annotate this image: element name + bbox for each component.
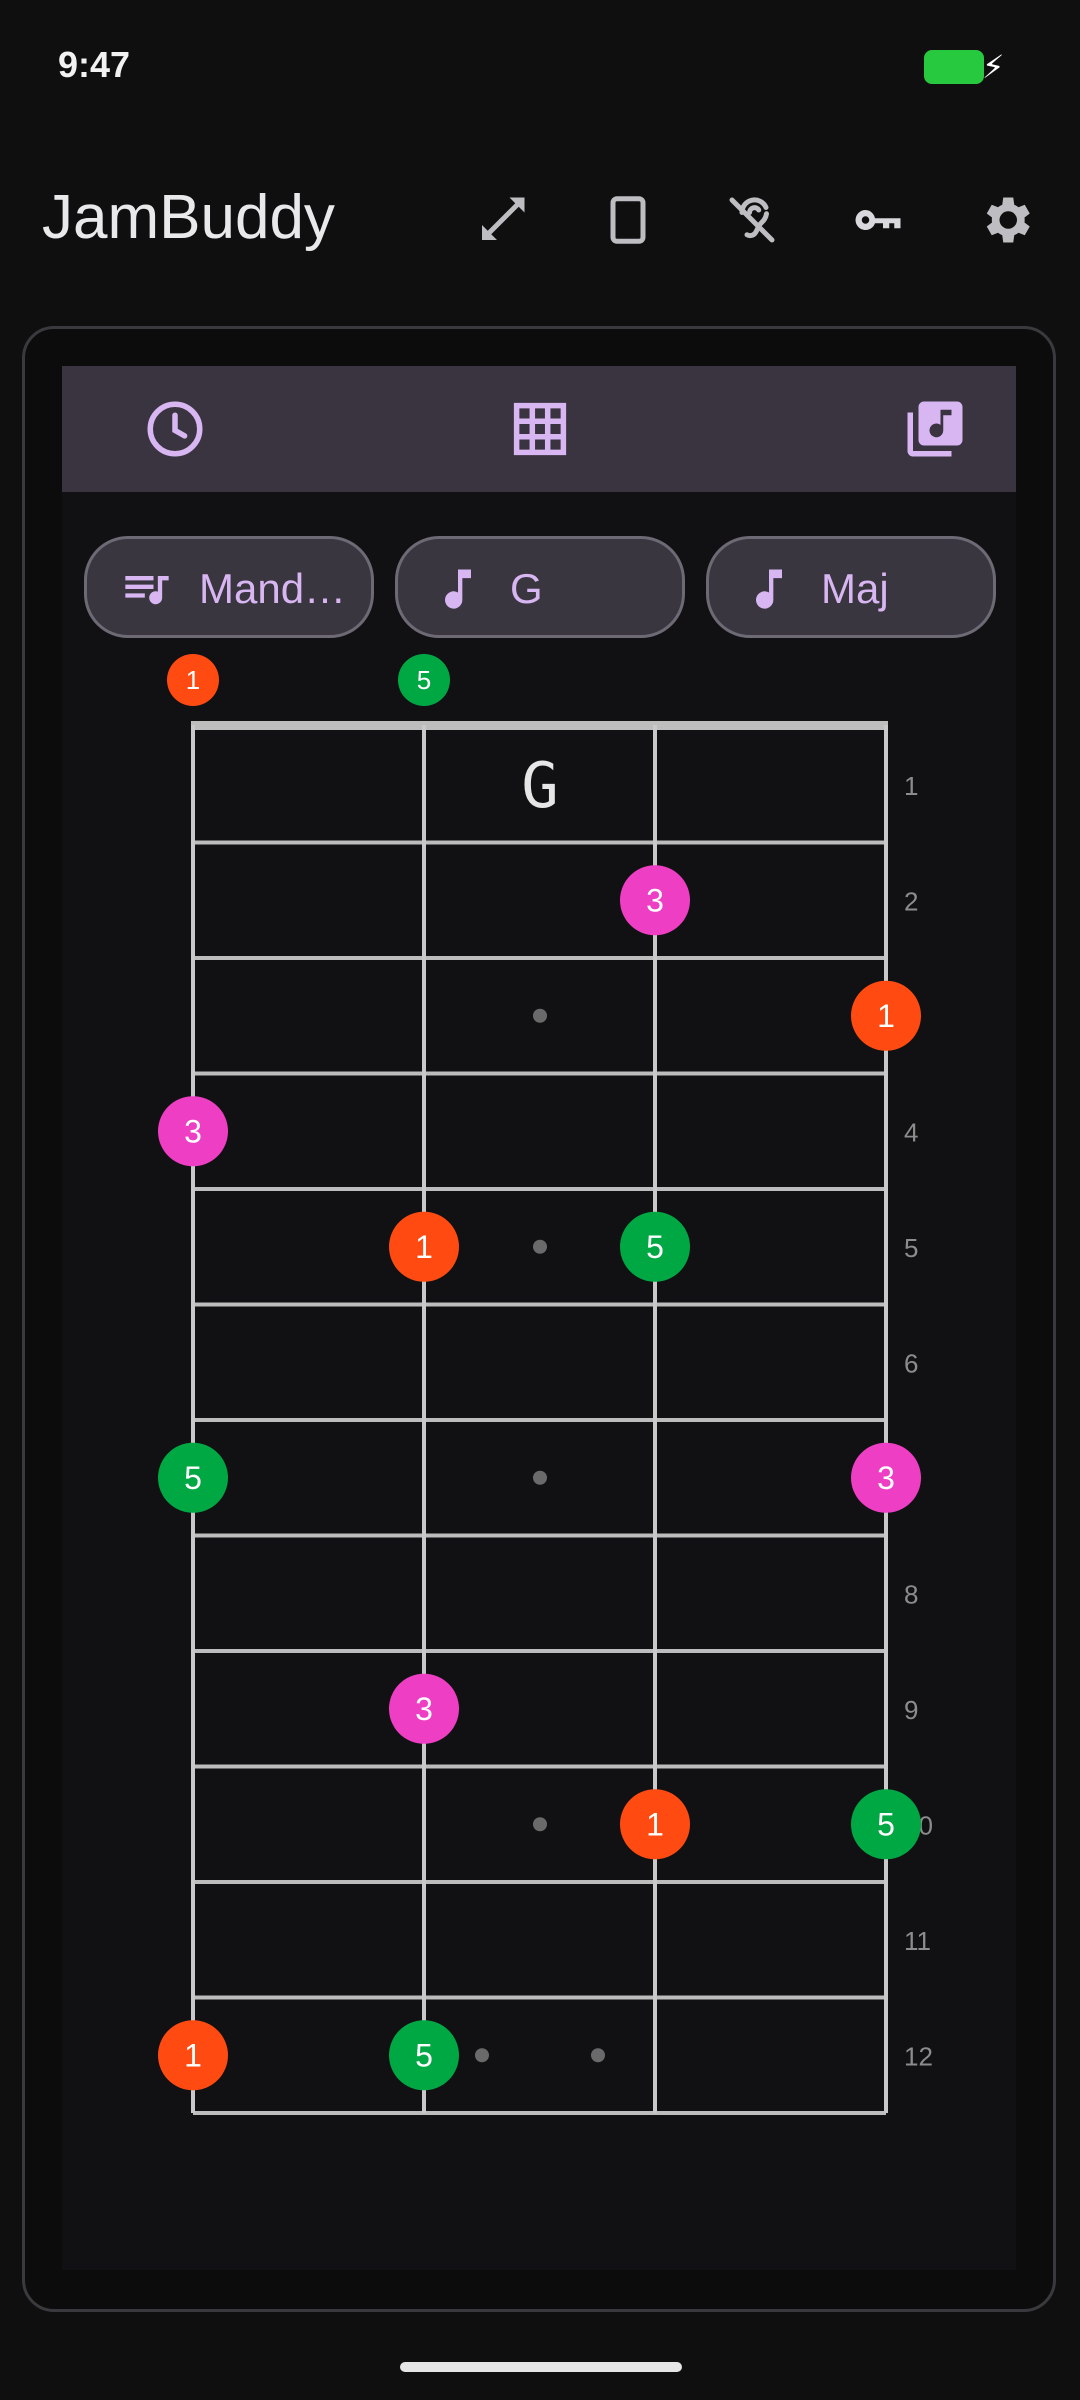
fret-number: 1 [904, 771, 918, 801]
screen-rotation-icon[interactable] [598, 190, 658, 250]
inlay-dot [533, 1008, 547, 1023]
app-bar: JamBuddy [0, 160, 1080, 280]
note-label: 1 [877, 998, 895, 1034]
app-title: JamBuddy [42, 183, 335, 252]
fret-number: 5 [904, 1233, 918, 1263]
note-label: 1 [646, 1806, 664, 1842]
inlay-dot [533, 1470, 547, 1485]
nut [191, 721, 888, 730]
fretboard-panel [62, 366, 1016, 2270]
key-label: G [510, 565, 543, 612]
quality-select[interactable]: Maj [706, 536, 996, 638]
tab-library[interactable] [902, 396, 968, 462]
status-bar: 9:47 ⚡ [0, 0, 1080, 130]
instrument-select[interactable]: Mand… [84, 536, 374, 638]
note-label: 1 [184, 2037, 202, 2073]
tab-fretboard[interactable] [507, 396, 573, 462]
music-note-icon [432, 563, 484, 615]
settings-gear-icon[interactable] [976, 190, 1036, 250]
fret-number: 4 [904, 1117, 918, 1147]
instrument-label: Mand… [199, 565, 347, 612]
chord-name-label: G [521, 749, 558, 822]
grid-icon [513, 402, 567, 456]
fret-number: 8 [904, 1579, 918, 1609]
clock-icon [147, 401, 203, 457]
note-label: 5 [877, 1806, 895, 1842]
fret-number: 9 [904, 1695, 918, 1725]
tab-history[interactable] [142, 396, 208, 462]
inlay-dot [475, 2048, 489, 2063]
note-label: 5 [184, 1460, 202, 1496]
open-string-label: 5 [417, 665, 431, 695]
fret-number: 11 [904, 1926, 931, 1956]
home-indicator [400, 2362, 682, 2372]
fullscreen-icon[interactable] [472, 190, 532, 250]
battery-charging-icon: ⚡ [924, 49, 1004, 85]
note-label: 3 [184, 1113, 202, 1149]
status-time: 9:47 [58, 44, 131, 85]
inlay-dot [591, 2048, 605, 2063]
fret-number: 6 [904, 1348, 918, 1378]
note-label: 5 [415, 2037, 433, 2073]
inlay-dot [533, 1239, 547, 1254]
fret-number: 12 [904, 2041, 933, 2071]
fret-number: 2 [904, 886, 918, 916]
music-note-icon [743, 563, 795, 615]
key-icon[interactable] [848, 190, 908, 250]
key-select[interactable]: G [395, 536, 685, 638]
note-label: 5 [646, 1229, 664, 1265]
note-label: 3 [646, 882, 664, 918]
note-label: 3 [877, 1460, 895, 1496]
quality-label: Maj [821, 565, 889, 612]
queue-music-icon [121, 563, 173, 615]
open-string-label: 1 [186, 665, 200, 695]
library-music-icon [907, 401, 963, 457]
inlay-dot [533, 1817, 547, 1832]
note-label: 3 [415, 1691, 433, 1727]
hearing-disabled-icon[interactable] [722, 190, 782, 250]
mode-tabs [62, 366, 1016, 492]
note-label: 1 [415, 1229, 433, 1265]
